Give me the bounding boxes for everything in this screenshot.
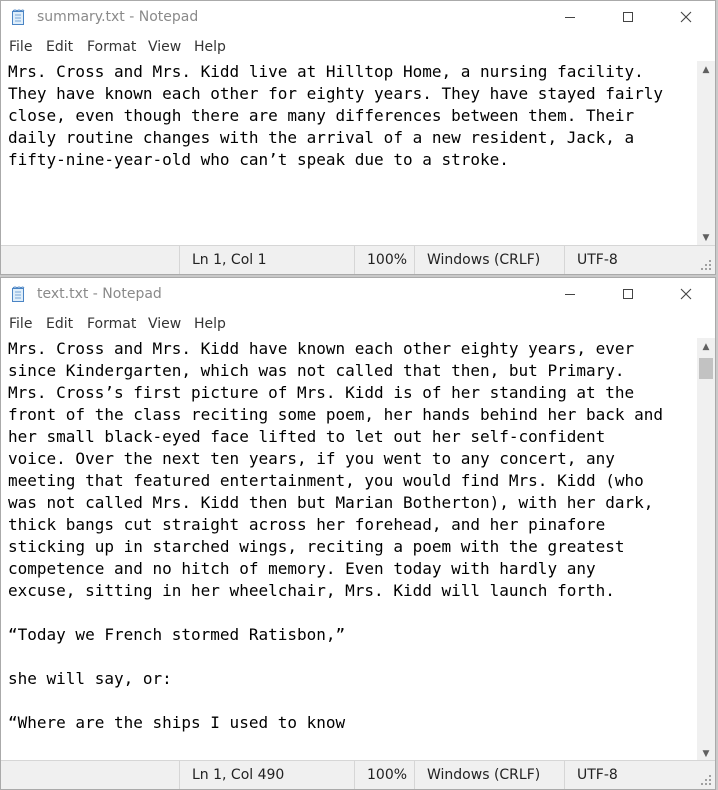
window-title: text.txt - Notepad [37,286,162,302]
maximize-button[interactable] [599,1,657,33]
scroll-up-arrow-icon[interactable]: ▲ [697,338,715,355]
line-ending: Windows (CRLF) [414,246,566,274]
notepad-window-summary: summary.txt - Notepad File Edit Format V… [0,0,716,275]
menu-edit[interactable]: Edit [46,39,73,55]
menu-format[interactable]: Format [87,39,136,55]
vertical-scrollbar[interactable]: ▲ ▼ [697,61,715,246]
zoom-level: 100% [354,761,414,789]
status-bar: Ln 1, Col 1 100% Windows (CRLF) UTF-8 [1,245,715,274]
line-ending: Windows (CRLF) [414,761,566,789]
notepad-icon [11,286,27,303]
menu-view[interactable]: View [148,316,181,332]
text-editor[interactable]: Mrs. Cross and Mrs. Kidd live at Hilltop… [1,61,697,246]
scroll-thumb[interactable] [699,358,713,379]
encoding: UTF-8 [564,246,704,274]
encoding: UTF-8 [564,761,704,789]
close-button[interactable] [657,1,715,33]
menu-format[interactable]: Format [87,316,136,332]
scroll-down-arrow-icon[interactable]: ▼ [697,229,715,246]
menu-help[interactable]: Help [194,39,226,55]
window-title: summary.txt - Notepad [37,9,199,25]
resize-grip-icon[interactable] [701,775,713,787]
text-editor[interactable]: Mrs. Cross and Mrs. Kidd have known each… [1,338,697,762]
notepad-icon [11,9,27,26]
vertical-scrollbar[interactable]: ▲ ▼ [697,338,715,762]
status-bar: Ln 1, Col 490 100% Windows (CRLF) UTF-8 [1,760,715,789]
menu-help[interactable]: Help [194,316,226,332]
menu-edit[interactable]: Edit [46,316,73,332]
scroll-up-arrow-icon[interactable]: ▲ [697,61,715,78]
resize-grip-icon[interactable] [701,260,713,272]
title-bar[interactable]: text.txt - Notepad [1,278,715,310]
menu-bar: File Edit Format View Help [1,37,715,59]
maximize-button[interactable] [599,278,657,310]
close-button[interactable] [657,278,715,310]
menu-view[interactable]: View [148,39,181,55]
menu-file[interactable]: File [9,316,32,332]
document-text: Mrs. Cross and Mrs. Kidd have known each… [8,339,664,762]
menu-bar: File Edit Format View Help [1,314,715,336]
minimize-button[interactable] [541,278,599,310]
document-text: Mrs. Cross and Mrs. Kidd live at Hilltop… [8,62,664,169]
menu-file[interactable]: File [9,39,32,55]
minimize-button[interactable] [541,1,599,33]
cursor-position: Ln 1, Col 1 [179,246,354,274]
cursor-position: Ln 1, Col 490 [179,761,354,789]
title-bar[interactable]: summary.txt - Notepad [1,1,715,33]
zoom-level: 100% [354,246,414,274]
notepad-window-text: text.txt - Notepad File Edit Format View… [0,277,716,790]
